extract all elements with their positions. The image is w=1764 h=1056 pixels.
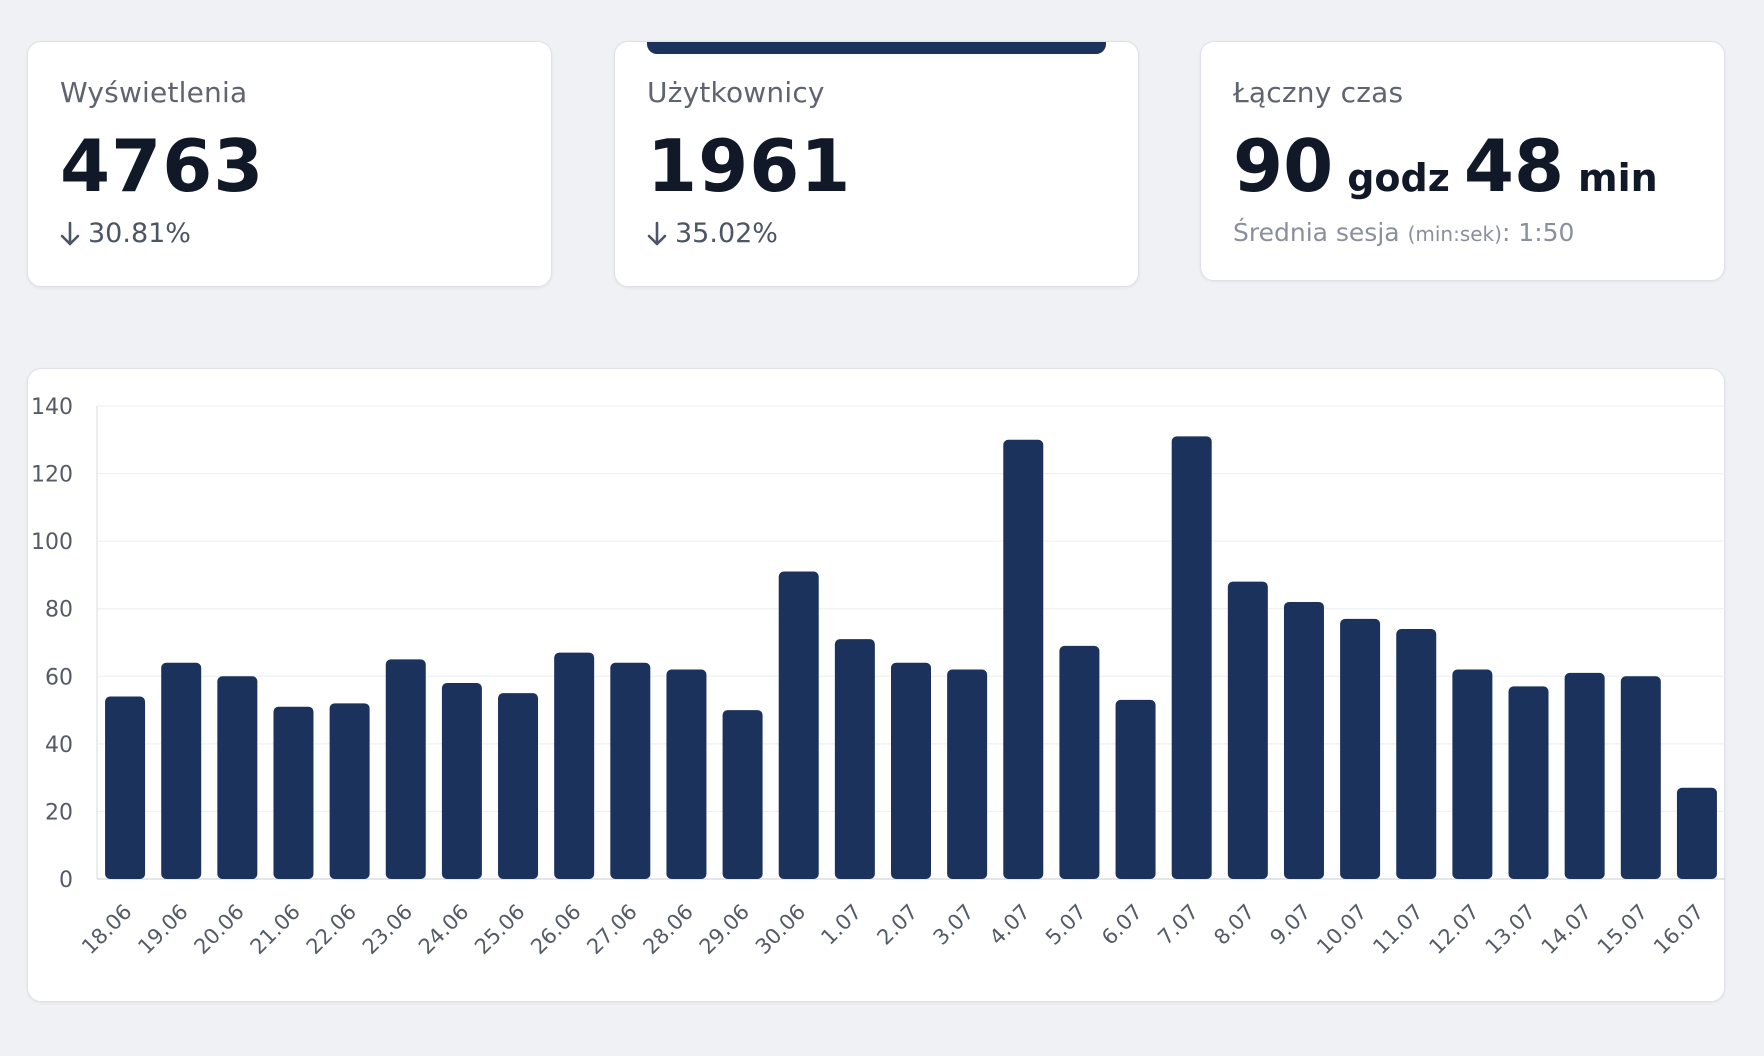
hours-unit: godz xyxy=(1347,156,1450,200)
users-change: 35.02% xyxy=(645,218,778,249)
bar xyxy=(1115,699,1156,879)
x-tick-label: 12.07 xyxy=(1424,900,1483,959)
average-session-label: Średnia sesja xyxy=(1233,218,1400,247)
minutes-unit: min xyxy=(1578,156,1658,200)
bar xyxy=(385,659,426,879)
total-time-card[interactable]: Łączny czas 90 godz 48 min Średnia sesja… xyxy=(1200,41,1725,281)
bar xyxy=(1283,601,1324,879)
x-tick-label: 10.07 xyxy=(1312,900,1371,959)
users-change-value: 35.02% xyxy=(675,218,778,249)
x-tick-label: 8.07 xyxy=(1209,900,1259,950)
x-tick-label: 28.06 xyxy=(638,900,697,959)
y-tick-label: 40 xyxy=(45,733,73,758)
x-tick-label: 4.07 xyxy=(985,900,1035,950)
bar xyxy=(161,662,202,879)
bar xyxy=(1452,669,1493,879)
x-tick-label: 7.07 xyxy=(1153,900,1203,950)
total-time-value: 90 godz 48 min xyxy=(1233,130,1658,202)
bar xyxy=(1059,645,1100,879)
views-value: 4763 xyxy=(60,124,265,208)
views-change: 30.81% xyxy=(58,218,191,249)
x-tick-label: 13.07 xyxy=(1481,900,1540,959)
bar xyxy=(105,696,146,879)
x-tick-label: 25.06 xyxy=(470,900,529,959)
hours-value: 90 xyxy=(1233,124,1334,208)
bar xyxy=(1620,676,1661,879)
bar xyxy=(1676,787,1717,879)
minutes-value: 48 xyxy=(1463,124,1565,208)
bar xyxy=(554,652,595,879)
x-tick-label: 11.07 xyxy=(1368,900,1427,959)
x-tick-label: 15.07 xyxy=(1593,900,1652,959)
arrow-down-icon xyxy=(647,221,667,245)
users-card[interactable]: Użytkownicy 1961 35.02% xyxy=(614,41,1139,287)
y-tick-label: 140 xyxy=(31,395,73,420)
average-session-value: : 1:50 xyxy=(1501,218,1575,247)
x-tick-label: 3.07 xyxy=(929,900,979,950)
y-tick-label: 100 xyxy=(31,530,73,555)
average-session-unit: (min:sek) xyxy=(1407,222,1502,246)
x-tick-label: 16.07 xyxy=(1649,900,1708,959)
x-tick-label: 1.07 xyxy=(816,900,866,950)
arrow-down-icon xyxy=(60,221,80,245)
bar xyxy=(1003,439,1044,879)
bar xyxy=(1171,436,1212,879)
bar xyxy=(1564,672,1605,879)
bar xyxy=(1227,581,1268,879)
bar xyxy=(1396,628,1437,879)
y-tick-label: 60 xyxy=(45,665,73,690)
x-tick-label: 23.06 xyxy=(358,900,417,959)
bar xyxy=(610,662,651,879)
views-change-value: 30.81% xyxy=(88,218,191,249)
y-tick-label: 120 xyxy=(31,463,73,488)
bar xyxy=(947,669,988,879)
y-tick-label: 80 xyxy=(45,598,73,623)
x-tick-label: 5.07 xyxy=(1041,900,1091,950)
views-card[interactable]: Wyświetlenia 4763 30.81% xyxy=(27,41,552,287)
users-value: 1961 xyxy=(647,124,852,208)
x-tick-label: 2.07 xyxy=(872,900,922,950)
active-indicator xyxy=(647,42,1106,54)
x-tick-label: 6.07 xyxy=(1097,900,1147,950)
bar xyxy=(1340,618,1381,879)
y-tick-label: 0 xyxy=(59,868,73,893)
bar xyxy=(329,703,370,879)
x-tick-label: 22.06 xyxy=(302,900,361,959)
x-tick-label: 29.06 xyxy=(695,900,754,959)
bar xyxy=(834,639,875,879)
views-label: Wyświetlenia xyxy=(60,76,248,109)
x-tick-label: 9.07 xyxy=(1265,900,1315,950)
total-time-label: Łączny czas xyxy=(1233,76,1404,109)
bar xyxy=(666,669,707,879)
bar xyxy=(498,693,539,879)
y-tick-label: 20 xyxy=(45,800,73,825)
bar xyxy=(441,683,482,879)
x-tick-label: 27.06 xyxy=(582,900,641,959)
x-tick-label: 26.06 xyxy=(526,900,585,959)
x-tick-label: 30.06 xyxy=(751,900,810,959)
x-tick-label: 14.07 xyxy=(1537,900,1596,959)
x-tick-label: 19.06 xyxy=(133,900,192,959)
bar xyxy=(1508,686,1549,879)
bar xyxy=(722,710,763,879)
x-tick-label: 20.06 xyxy=(189,900,248,959)
bar xyxy=(891,662,931,879)
bar xyxy=(217,676,258,879)
users-label: Użytkownicy xyxy=(647,76,825,109)
chart-card: 0 20 40 60 80 100 120 140 18.06 19.06 20.06 21.06 22… xyxy=(27,368,1725,1002)
x-tick-label: 21.06 xyxy=(246,900,305,959)
bar xyxy=(273,706,314,879)
x-tick-label: 24.06 xyxy=(414,900,473,959)
x-tick-label: 18.06 xyxy=(77,900,136,959)
bar xyxy=(778,571,819,879)
average-session: Średnia sesja (min:sek): 1:50 xyxy=(1233,218,1574,247)
bar-chart: 0 20 40 60 80 100 120 140 18.0619.0620.0621.0622… xyxy=(31,395,1725,959)
